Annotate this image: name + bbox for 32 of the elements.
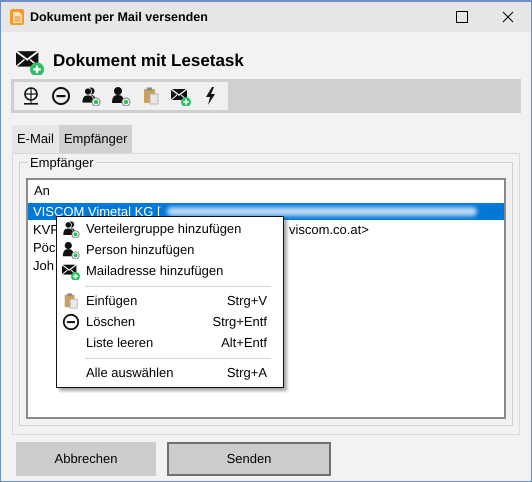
globe-icon xyxy=(21,86,41,106)
menu-item[interactable]: Verteilergruppe hinzufügen xyxy=(57,218,283,240)
column-header: An xyxy=(34,182,50,198)
add-person-icon xyxy=(62,241,80,259)
cancel-button[interactable]: Abbrechen xyxy=(16,442,156,476)
remove-icon xyxy=(62,313,80,331)
remove-icon xyxy=(51,86,71,106)
menu-item[interactable]: Mailadresse hinzufügen xyxy=(57,260,283,282)
tab[interactable]: Empfänger xyxy=(58,125,132,152)
add-person-icon xyxy=(111,86,131,106)
menu-item[interactable]: Liste leeren Alt+Entf xyxy=(57,332,283,354)
menu-item[interactable]: Alle auswählen Strg+A xyxy=(57,362,283,384)
menu-item[interactable]: Person hinzufügen xyxy=(57,240,283,260)
add-group-icon xyxy=(62,220,80,238)
paste-icon xyxy=(141,86,161,106)
maximize-icon[interactable] xyxy=(456,11,468,23)
menu-item[interactable]: Einfügen Strg+V xyxy=(57,290,283,312)
toolbar-button[interactable] xyxy=(50,85,72,107)
document-icon xyxy=(9,9,25,25)
close-icon[interactable] xyxy=(502,11,514,23)
toolbar-button[interactable] xyxy=(80,85,102,107)
window-title: Dokument per Mail versenden xyxy=(30,8,209,26)
tab[interactable]: E-Mail xyxy=(12,125,59,152)
add-mail-icon xyxy=(171,86,191,106)
dialog-heading: Dokument mit Lesetask xyxy=(53,50,244,72)
group-label: Empfänger xyxy=(28,154,96,170)
paste-icon xyxy=(62,292,80,310)
add-group-icon xyxy=(81,86,101,106)
send-button[interactable]: Senden xyxy=(167,442,331,476)
add-mail-icon xyxy=(62,262,80,280)
toolbar-button[interactable] xyxy=(110,85,132,107)
menu-item[interactable]: Löschen Strg+Entf xyxy=(57,312,283,332)
